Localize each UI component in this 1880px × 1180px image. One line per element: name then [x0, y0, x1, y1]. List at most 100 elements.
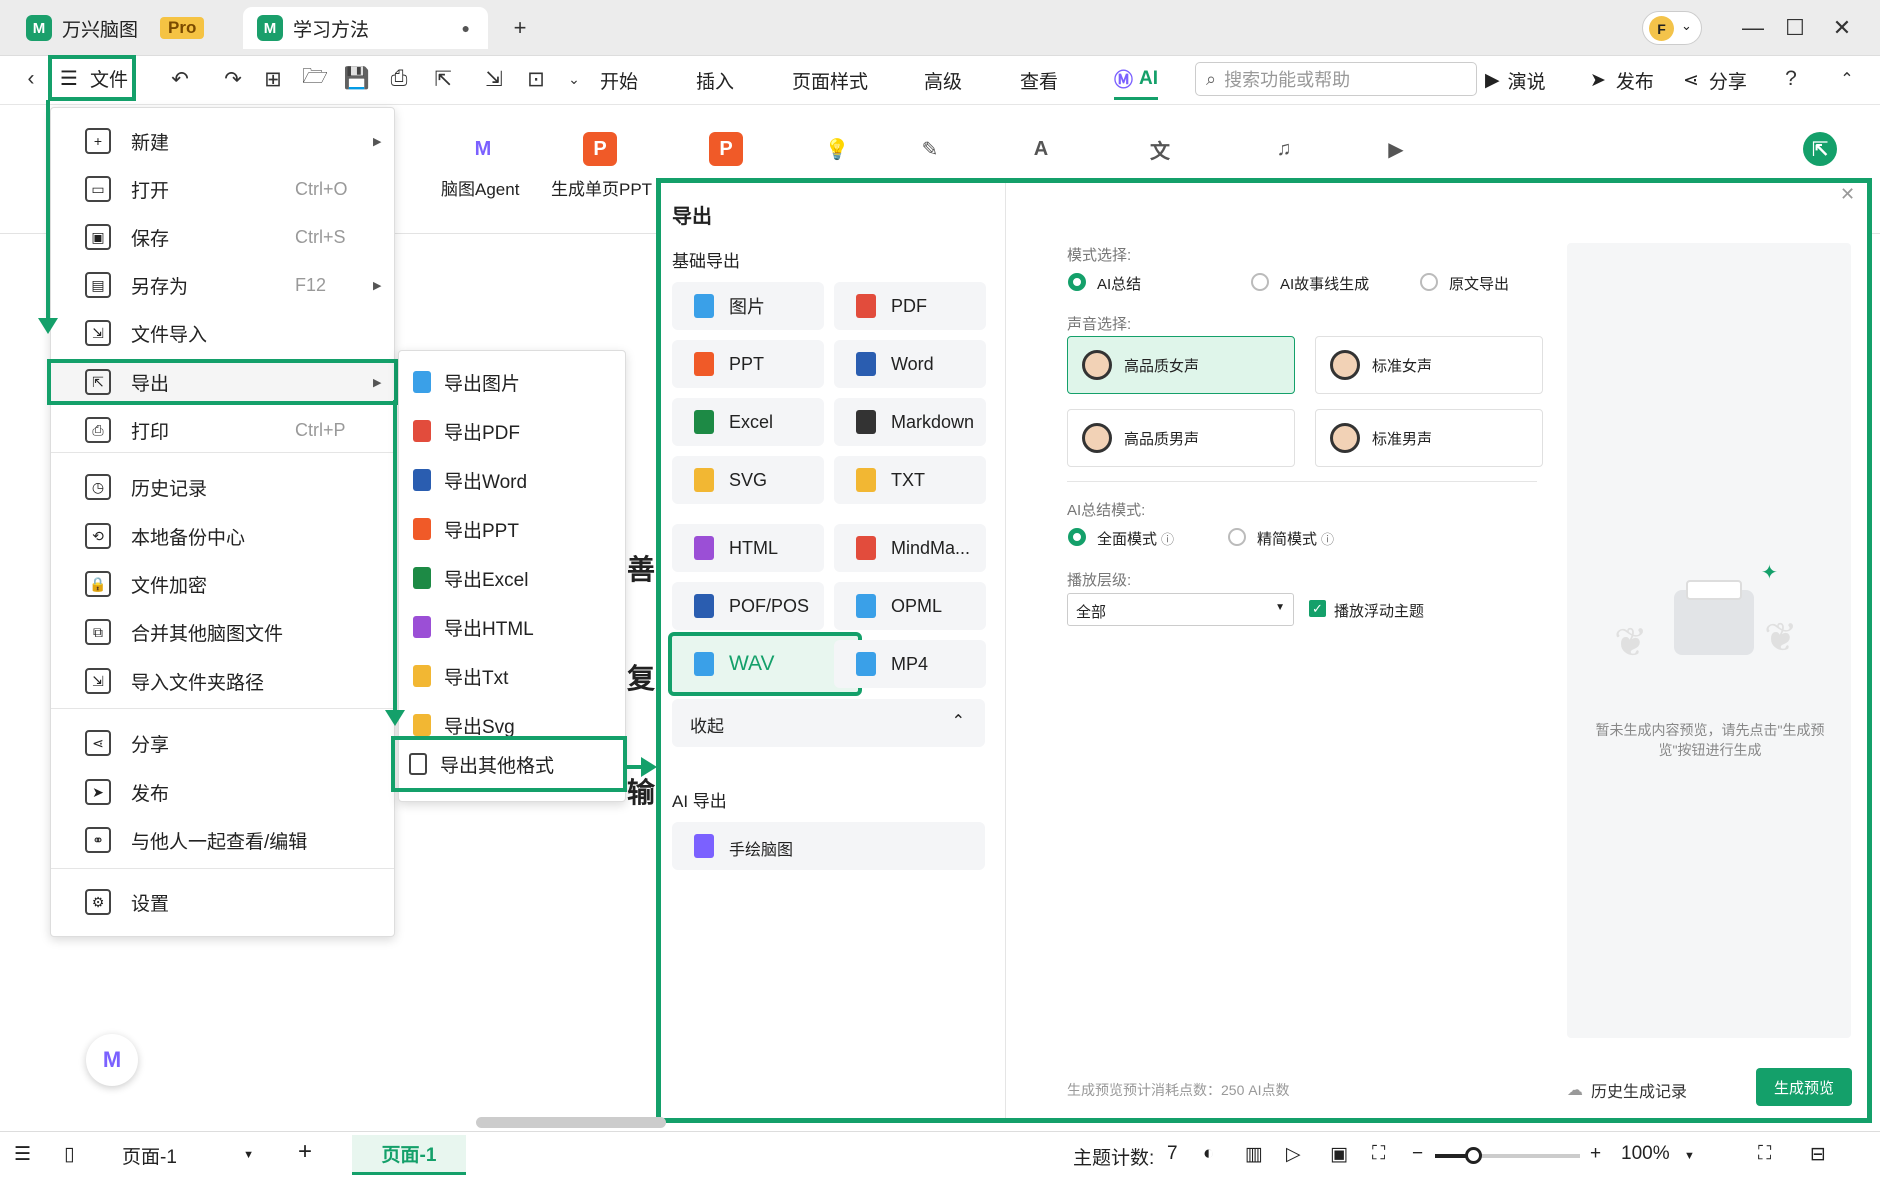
agent-icon[interactable]: M	[466, 132, 500, 166]
export-submenu-item[interactable]: 导出Word	[399, 457, 625, 503]
import-icon[interactable]: ⇲	[479, 64, 509, 94]
file-menu-item[interactable]: 🔒 文件加密	[51, 561, 394, 607]
tab-document[interactable]: M 学习方法 ●	[243, 7, 488, 49]
account-button[interactable]: F ⌄	[1642, 11, 1702, 45]
dialog-close-icon[interactable]: ✕	[1840, 184, 1855, 205]
float-theme-label[interactable]: 播放浮动主题	[1334, 600, 1424, 621]
ai-assistant-icon[interactable]: M	[86, 1034, 138, 1086]
generate-preview-button[interactable]: 生成预览	[1756, 1068, 1852, 1106]
publish-button[interactable]: ➤ 发布	[1590, 60, 1654, 100]
canvas-node-text[interactable]: 输	[627, 771, 655, 811]
full-mode-label[interactable]: 全面模式	[1097, 528, 1157, 549]
export-submenu-item[interactable]: 导出Txt	[399, 653, 625, 699]
radio-original[interactable]	[1420, 273, 1438, 291]
zoom-out-icon[interactable]: −	[1412, 1143, 1423, 1165]
tab-app-home[interactable]: M 万兴脑图 Pro	[12, 7, 218, 49]
tab-advanced[interactable]: 高级	[924, 60, 962, 100]
concise-mode-label[interactable]: 精简模式	[1257, 528, 1317, 549]
export-submenu-item[interactable]: 导出图片	[399, 359, 625, 405]
save-icon[interactable]: 💾	[342, 64, 372, 94]
export-format-option[interactable]: PDF	[834, 282, 986, 330]
more-chevron-icon[interactable]: ⌄	[559, 64, 589, 94]
panel-toggle-icon[interactable]: ⊟	[1810, 1143, 1826, 1166]
mode-ai-story-label[interactable]: AI故事线生成	[1280, 273, 1369, 294]
handdrawn-export-option[interactable]: 手绘脑图	[672, 822, 985, 870]
float-theme-checkbox[interactable]: ✓	[1309, 600, 1326, 617]
fullscreen-icon[interactable]: ⛶	[1758, 1143, 1771, 1165]
history-button[interactable]: ☁ 历史生成记录	[1567, 1078, 1687, 1102]
single-ppt-label[interactable]: 生成单页PPT	[551, 175, 652, 200]
file-menu-item[interactable]: ⚙ 设置	[51, 879, 394, 925]
minimize-button[interactable]: —	[1733, 10, 1773, 46]
file-menu-item[interactable]: ⟲ 本地备份中心	[51, 513, 394, 559]
ai-video-icon[interactable]: ▶	[1379, 132, 1413, 166]
zoom-slider-handle[interactable]	[1465, 1147, 1482, 1164]
file-menu-item[interactable]: ⚭ 与他人一起查看/编辑	[51, 817, 394, 863]
page-select[interactable]: 页面-1 ▼	[110, 1137, 260, 1173]
ai-edit-icon[interactable]: ✎	[913, 132, 947, 166]
radio-full-mode[interactable]	[1068, 528, 1086, 546]
zoom-slider[interactable]	[1435, 1147, 1580, 1164]
zoom-value[interactable]: 100%	[1621, 1143, 1670, 1165]
file-menu-item[interactable]: ➤ 发布	[51, 769, 394, 815]
help-icon[interactable]: ?	[1776, 64, 1806, 94]
fit-icon[interactable]: ▣	[1330, 1143, 1348, 1166]
voice-hq-male[interactable]: 高品质男声	[1067, 409, 1295, 467]
mode-ai-summary-label[interactable]: AI总结	[1097, 273, 1141, 294]
tab-page-style[interactable]: 页面样式	[792, 60, 868, 100]
help-icon[interactable]: ⓘ	[1161, 529, 1174, 548]
ppt-multi-icon[interactable]: P	[709, 132, 743, 166]
voice-std-male[interactable]: 标准男声	[1315, 409, 1543, 467]
redo-icon[interactable]: ↷	[218, 64, 248, 94]
mode-original-label[interactable]: 原文导出	[1449, 273, 1509, 294]
export-format-option[interactable]: MindMa...	[834, 524, 986, 572]
zoom-in-icon[interactable]: +	[1590, 1143, 1601, 1165]
fullscreen-fit-icon[interactable]: ⛶	[1372, 1143, 1385, 1165]
present-button[interactable]: ▶ 演说	[1485, 60, 1546, 100]
file-menu-item[interactable]: ◷ 历史记录	[51, 464, 394, 510]
level-select[interactable]: 全部 ▼	[1067, 593, 1294, 626]
tab-ai[interactable]: Ⓜ AI	[1114, 60, 1159, 100]
export-format-option[interactable]: TXT	[834, 456, 986, 504]
tab-view[interactable]: 查看	[1020, 60, 1058, 100]
export-format-option[interactable]: POF/POS	[672, 582, 824, 630]
horizontal-scrollbar[interactable]	[476, 1117, 666, 1128]
search-input[interactable]: ⌕ 搜索功能或帮助	[1195, 62, 1477, 96]
print-icon[interactable]: ⎙	[384, 64, 414, 94]
help-icon[interactable]: ⓘ	[1321, 529, 1334, 548]
page-panel-icon[interactable]: ▯	[64, 1143, 74, 1166]
play-icon[interactable]: ▷	[1286, 1143, 1301, 1166]
theme-icon[interactable]: ◐	[1203, 1143, 1214, 1165]
file-menu-item[interactable]: + 新建 ▶	[51, 118, 394, 164]
file-menu-item[interactable]: ⧉ 合并其他脑图文件	[51, 609, 394, 655]
add-page-button[interactable]: +	[298, 1138, 312, 1166]
agent-label[interactable]: 脑图Agent	[441, 175, 519, 200]
export-format-option[interactable]: PPT	[672, 340, 824, 388]
radio-concise-mode[interactable]	[1228, 528, 1246, 546]
file-menu-item[interactable]: ⇲ 文件导入	[51, 310, 394, 356]
new-tab-button[interactable]: +	[500, 10, 540, 46]
file-menu-item[interactable]: ▤ 另存为 F12 ▶	[51, 262, 394, 308]
export-submenu-item[interactable]: 导出PDF	[399, 408, 625, 454]
ribbon-export-icon[interactable]: ⇱	[1803, 132, 1837, 166]
tab-start[interactable]: 开始	[600, 60, 638, 100]
export-format-option[interactable]: MP4	[834, 640, 986, 688]
canvas-node-text[interactable]: 善	[627, 548, 655, 588]
export-submenu-item[interactable]: 导出其他格式	[391, 736, 627, 792]
file-menu-item[interactable]: ⇱ 导出 ▶	[47, 359, 398, 405]
export-submenu-item[interactable]: 导出Excel	[399, 555, 625, 601]
open-icon[interactable]: 🗁	[300, 64, 330, 94]
collapse-ribbon-icon[interactable]: ⌃	[1832, 64, 1862, 94]
ocr-icon[interactable]: A	[1024, 132, 1058, 166]
export-submenu-item[interactable]: 导出PPT	[399, 506, 625, 552]
export-format-option[interactable]: Word	[834, 340, 986, 388]
translate-icon[interactable]: 文	[1143, 132, 1177, 166]
export-format-option[interactable]: OPML	[834, 582, 986, 630]
export-format-option[interactable]: WAV	[668, 632, 862, 696]
ai-audio-icon[interactable]: ♫	[1267, 132, 1301, 166]
zoom-dropdown-icon[interactable]: ▼	[1684, 1150, 1695, 1162]
file-menu-button[interactable]: ☰ 文件	[48, 55, 136, 101]
file-menu-item[interactable]: ⎙ 打印 Ctrl+P	[51, 407, 394, 453]
file-menu-item[interactable]: ⇲ 导入文件夹路径	[51, 658, 394, 704]
unsaved-dot-icon[interactable]: ●	[462, 20, 470, 36]
